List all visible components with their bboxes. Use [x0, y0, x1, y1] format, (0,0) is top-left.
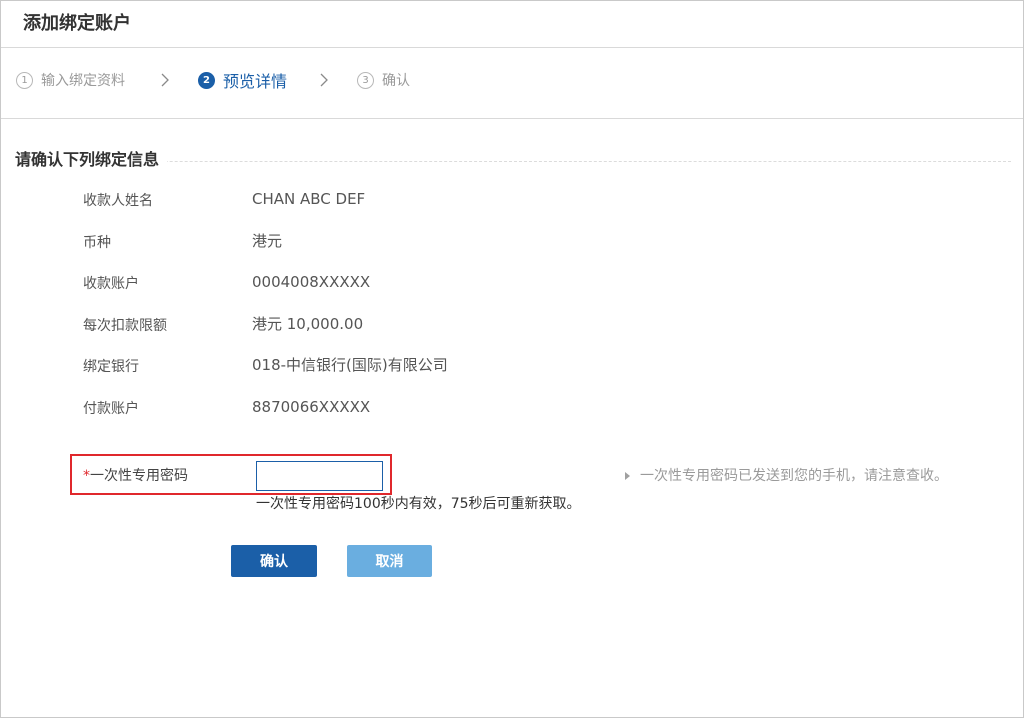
- detail-label: 每次扣款限额: [83, 318, 167, 334]
- step-2-number-icon: 2: [198, 71, 215, 89]
- step-1: 1 输入绑定资料: [16, 69, 125, 91]
- detail-value: 018-中信银行(国际)有限公司: [252, 356, 448, 374]
- detail-value: 港元 10,000.00: [252, 315, 364, 333]
- chevron-right-icon: [320, 73, 328, 87]
- page-frame: 添加绑定账户 1 输入绑定资料 2 预览详情 3 确认 请确认下列绑定信息 收款…: [0, 0, 1024, 718]
- detail-value: 港元: [252, 232, 283, 250]
- detail-value: CHAN ABC DEF: [252, 190, 366, 208]
- detail-value: 0004008XXXXX: [252, 273, 371, 291]
- detail-label: 绑定银行: [83, 359, 139, 375]
- detail-label: 付款账户: [83, 401, 139, 417]
- detail-value: 8870066XXXXX: [252, 398, 371, 416]
- page-title: 添加绑定账户: [23, 13, 131, 34]
- otp-validity-hint: 一次性专用密码100秒内有效，75秒后可重新获取。: [256, 496, 581, 512]
- required-mark: *: [83, 468, 90, 484]
- step-2-label: 预览详情: [223, 72, 288, 91]
- otp-input[interactable]: [256, 461, 383, 491]
- otp-label: *一次性专用密码: [83, 466, 188, 486]
- otp-label-text: 一次性专用密码: [90, 468, 188, 484]
- header-divider: [1, 47, 1023, 48]
- otp-sent-note-text: 一次性专用密码已发送到您的手机，请注意查收。: [640, 468, 948, 484]
- otp-sent-note: 一次性专用密码已发送到您的手机，请注意查收。: [625, 466, 948, 486]
- step-3: 3 确认: [357, 69, 410, 91]
- step-2: 2 预览详情: [198, 69, 287, 91]
- step-3-label: 确认: [382, 73, 410, 89]
- caret-right-icon: [625, 472, 630, 480]
- confirm-button[interactable]: 确认: [231, 545, 317, 577]
- section-title: 请确认下列绑定信息: [15, 149, 168, 171]
- step-1-label: 输入绑定资料: [41, 73, 125, 89]
- detail-label: 收款人姓名: [83, 193, 153, 209]
- step-3-number-icon: 3: [357, 71, 374, 89]
- detail-label: 币种: [83, 235, 111, 251]
- chevron-right-icon: [161, 73, 169, 87]
- step-1-number-icon: 1: [16, 71, 33, 89]
- steps-divider: [1, 118, 1023, 119]
- detail-label: 收款账户: [83, 276, 139, 292]
- cancel-button[interactable]: 取消: [347, 545, 432, 577]
